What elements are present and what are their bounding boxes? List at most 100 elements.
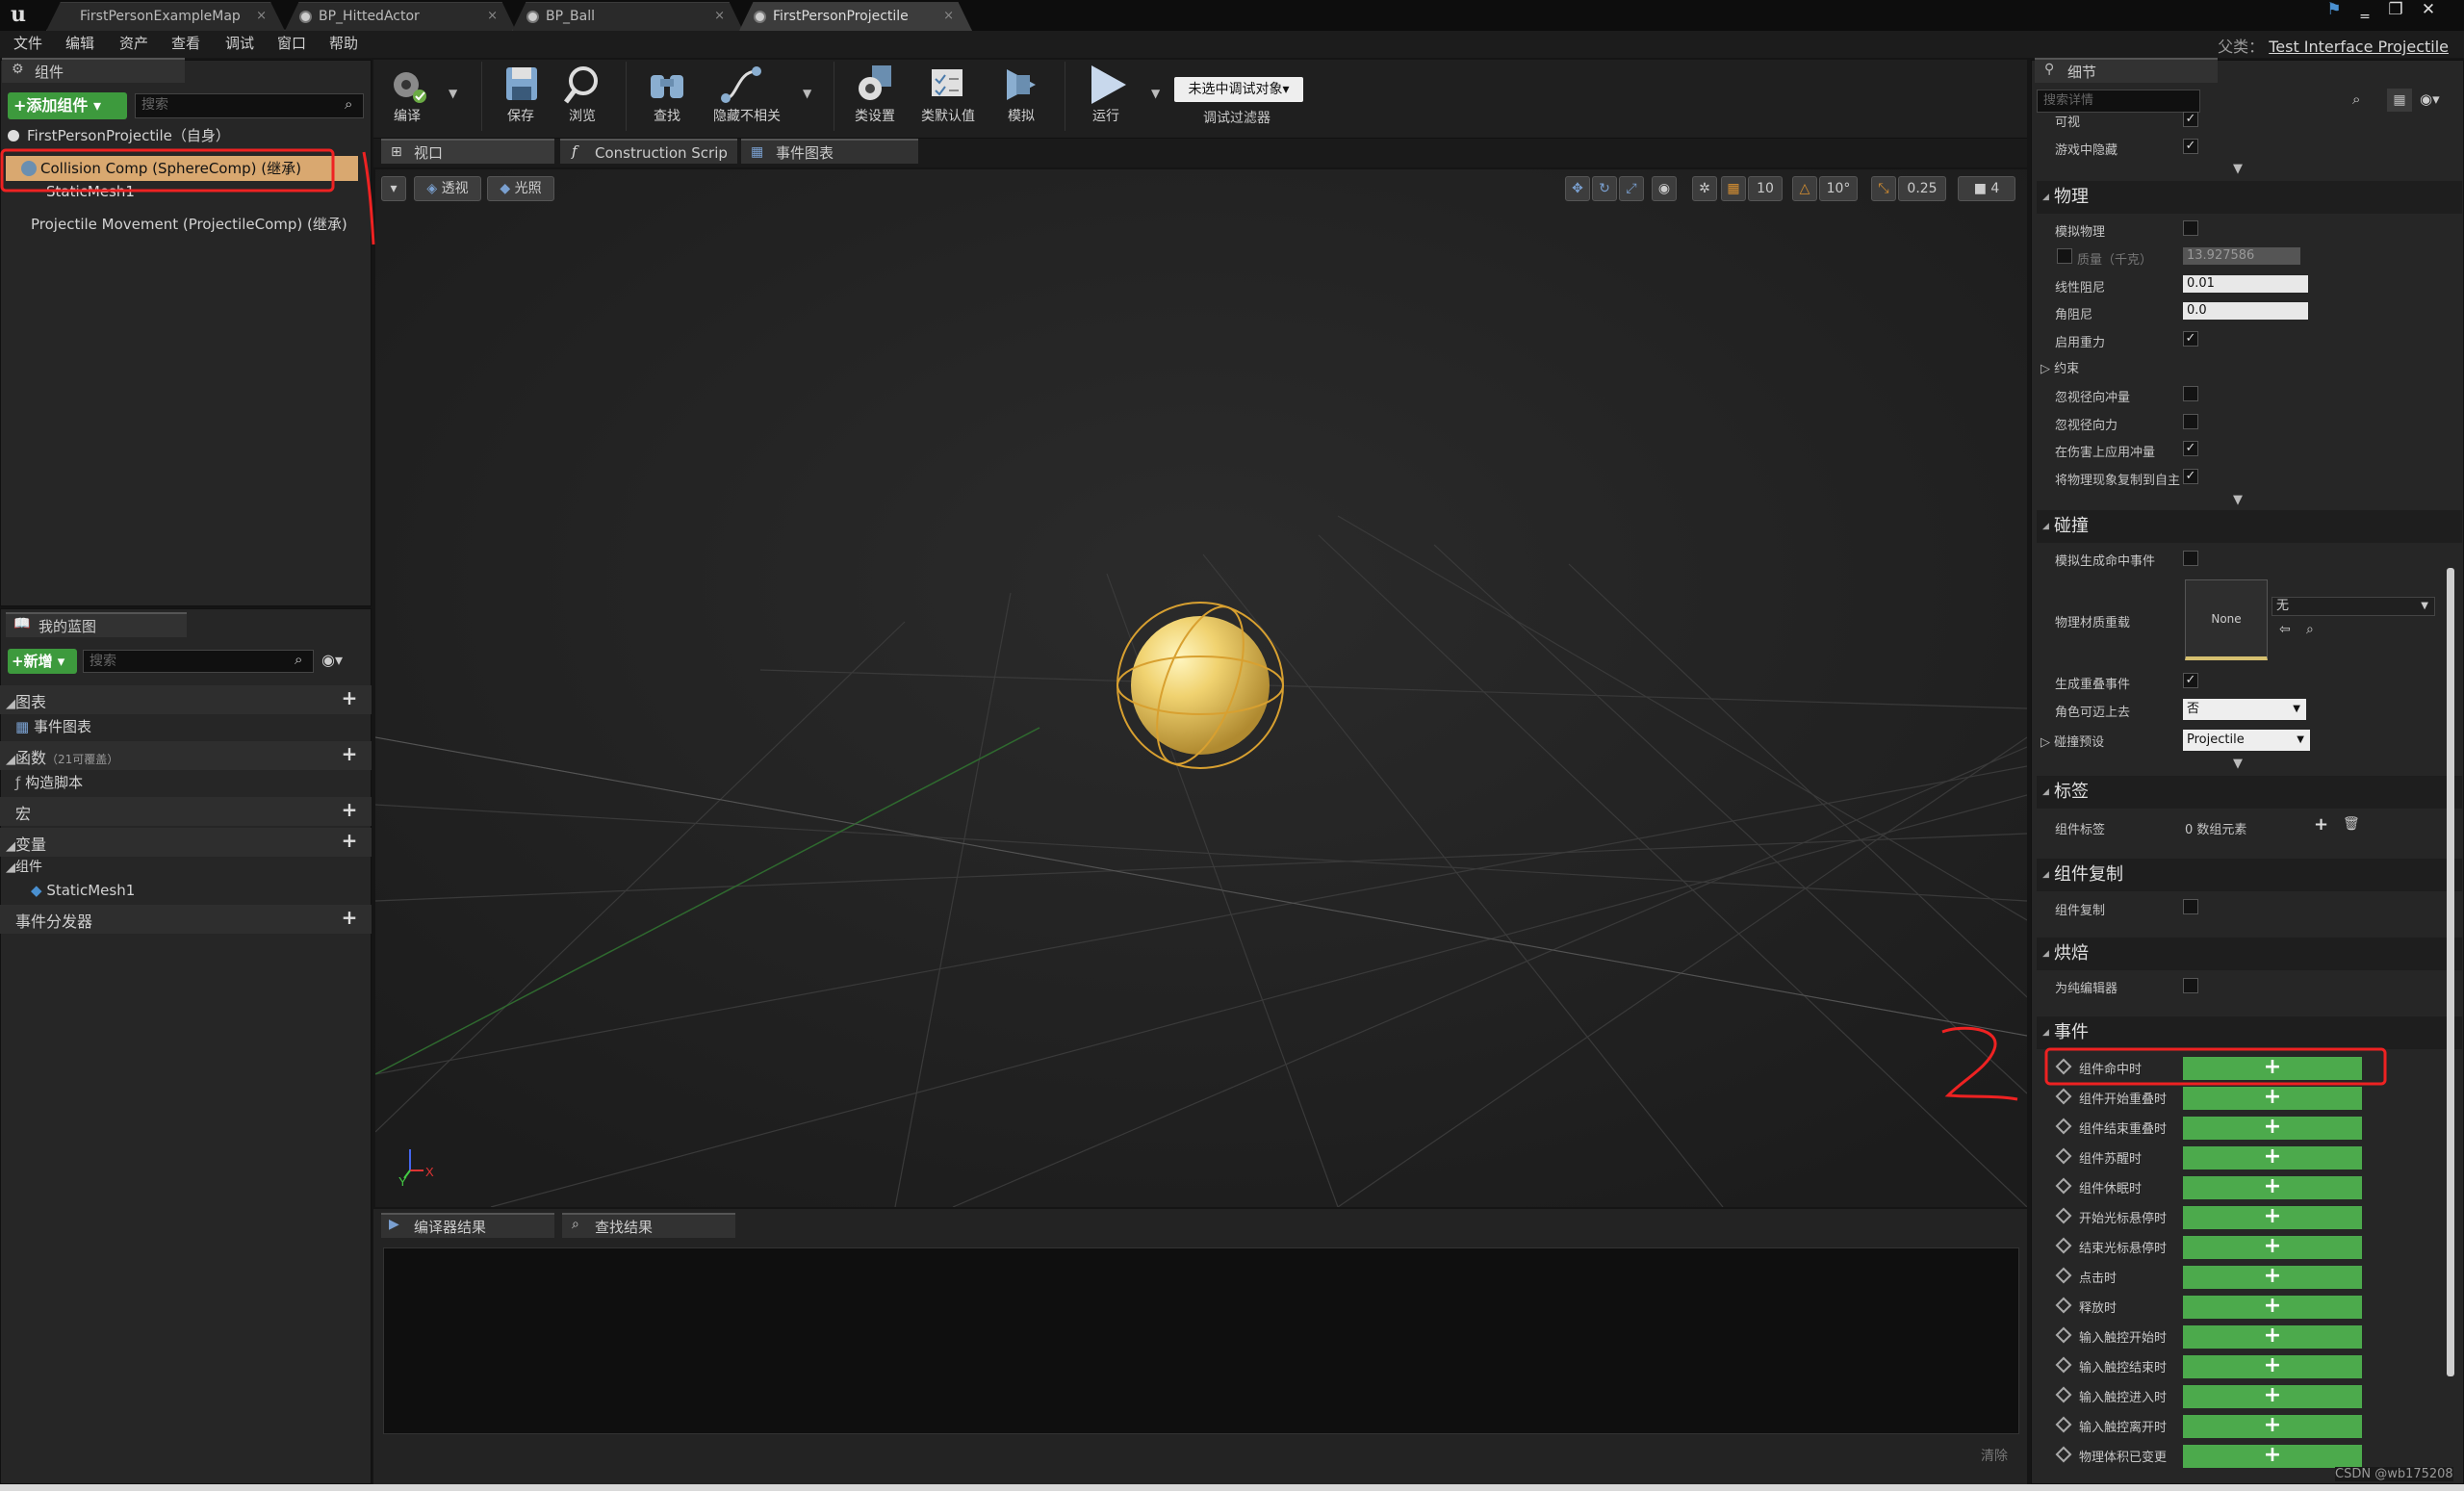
menu-view[interactable]: 查看 xyxy=(171,33,200,53)
cooking-section[interactable]: 烘焙 xyxy=(2037,938,2462,970)
visible-checkbox[interactable]: ✓ xyxy=(2183,112,2198,127)
add-event-button[interactable]: + xyxy=(2183,1176,2362,1199)
add-event-button[interactable]: + xyxy=(2183,1236,2362,1259)
replication-section[interactable]: 组件复制 xyxy=(2037,859,2462,891)
clear-button[interactable]: 清除 xyxy=(1981,1446,2008,1465)
parent-class-link[interactable]: Test Interface Projectile xyxy=(2269,38,2449,56)
menu-edit[interactable]: 编辑 xyxy=(65,33,94,53)
save-button[interactable]: 保存 xyxy=(493,62,549,125)
minimize-button[interactable]: ‗ xyxy=(2350,0,2379,21)
scale-snap-value[interactable]: 0.25 xyxy=(1898,176,1946,201)
browse-asset-icon[interactable]: ⌕ xyxy=(2306,622,2314,637)
find-button[interactable]: 查找 xyxy=(639,62,695,125)
lit-button[interactable]: ◆ 光照 xyxy=(487,176,554,201)
rotate-tool-icon[interactable]: ↻ xyxy=(1592,176,1617,201)
tab-firstpersonexamplemap[interactable]: FirstPersonExampleMap × xyxy=(46,2,285,31)
replicate-physics-checkbox[interactable]: ✓ xyxy=(2183,469,2198,484)
add-event-button[interactable]: + xyxy=(2183,1296,2362,1319)
tab-firstpersonprojectile[interactable]: FirstPersonProjectile × xyxy=(739,2,972,31)
ignore-radial-force-checkbox[interactable] xyxy=(2183,414,2198,429)
menu-help[interactable]: 帮助 xyxy=(329,33,358,53)
staticmesh1-variable[interactable]: ◆ StaticMesh1 xyxy=(31,878,135,903)
add-event-button[interactable]: + xyxy=(2183,1355,2362,1378)
menu-debug[interactable]: 调试 xyxy=(225,33,254,53)
add-event-button[interactable]: + xyxy=(2183,1146,2362,1170)
perspective-button[interactable]: ◈ 透视 xyxy=(414,176,481,201)
menu-window[interactable]: 窗口 xyxy=(277,33,306,53)
add-event-button[interactable]: + xyxy=(2183,1445,2362,1468)
close-icon[interactable]: × xyxy=(943,3,954,30)
scale-tool-icon[interactable]: ⤢ xyxy=(1619,176,1644,201)
hide-unrelated-button[interactable]: 隐藏不相关 xyxy=(708,62,785,125)
mass-override-checkbox[interactable] xyxy=(2057,248,2072,264)
play-options-icon[interactable]: ▼ xyxy=(1151,87,1160,100)
class-settings-button[interactable]: 类设置 xyxy=(847,62,903,125)
add-variable-icon[interactable]: + xyxy=(341,831,358,850)
components-tab[interactable]: 组件 xyxy=(2,58,185,83)
maximize-button[interactable]: ❐ xyxy=(2381,0,2410,21)
event-graph-item[interactable]: ▦ 事件图表 xyxy=(15,714,91,739)
construction-script-item[interactable]: ƒ 构造脚本 xyxy=(15,770,83,795)
blueprint-search-input[interactable]: 搜索 xyxy=(83,650,314,673)
sim-hit-events-checkbox[interactable] xyxy=(2183,551,2198,566)
eye-icon[interactable]: ◉▾ xyxy=(2420,90,2440,108)
details-scrollbar[interactable] xyxy=(2447,568,2454,1376)
camera-speed-button[interactable]: ■ 4 xyxy=(1958,176,2015,201)
my-blueprint-tab[interactable]: 我的蓝图 xyxy=(6,612,187,637)
add-dispatcher-icon[interactable]: + xyxy=(341,908,358,927)
tab-viewport[interactable]: 视口 xyxy=(381,139,554,164)
new-button[interactable]: +新增 ▾ xyxy=(8,649,77,674)
trash-icon[interactable]: 🗑 xyxy=(2343,816,2360,832)
tab-bp-hittedactor[interactable]: BP_HittedActor × xyxy=(285,2,516,31)
scale-snap-icon[interactable]: ⤡ xyxy=(1871,176,1896,201)
grid-size-value[interactable]: 10 xyxy=(1748,176,1783,201)
menu-file[interactable]: 文件 xyxy=(13,33,42,53)
details-search-input[interactable]: 搜索详情 xyxy=(2037,90,2200,113)
ignore-radial-impulse-checkbox[interactable] xyxy=(2183,386,2198,401)
add-event-button[interactable]: + xyxy=(2183,1266,2362,1289)
translate-tool-icon[interactable]: ✥ xyxy=(1565,176,1590,201)
close-icon[interactable]: × xyxy=(714,3,725,30)
surface-snap-icon[interactable]: ✲ xyxy=(1692,176,1717,201)
add-component-button[interactable]: +添加组件 ▾ xyxy=(8,92,127,119)
tab-construction-script[interactable]: Construction Scrip xyxy=(560,139,737,164)
constraints-row[interactable]: ▷ 约束 xyxy=(2040,358,2079,376)
tab-find-results[interactable]: 查找结果 xyxy=(562,1213,735,1238)
tab-event-graph[interactable]: 事件图表 xyxy=(741,139,918,164)
hidden-in-game-checkbox[interactable]: ✓ xyxy=(2183,139,2198,154)
advanced-expand-icon[interactable]: ▼ xyxy=(2233,493,2243,507)
mass-input[interactable]: 13.927586 xyxy=(2183,247,2300,265)
phys-material-dropdown[interactable]: 无 ▼ xyxy=(2272,597,2435,616)
world-local-icon[interactable]: ◉ xyxy=(1652,176,1677,201)
hide-options-icon[interactable]: ▼ xyxy=(803,87,811,100)
add-event-button[interactable]: + xyxy=(2183,1415,2362,1438)
add-event-button[interactable]: + xyxy=(2183,1117,2362,1140)
rotation-snap-icon[interactable]: △ xyxy=(1792,176,1817,201)
add-event-button[interactable]: + xyxy=(2183,1385,2362,1408)
compile-button[interactable]: 编译 xyxy=(379,62,435,125)
tab-bp-ball[interactable]: BP_Ball × xyxy=(512,2,743,31)
add-function-icon[interactable]: + xyxy=(341,744,358,763)
editor-only-checkbox[interactable] xyxy=(2183,978,2198,993)
overlap-events-checkbox[interactable]: ✓ xyxy=(2183,673,2198,688)
linear-damping-input[interactable]: 0.01 xyxy=(2183,275,2308,293)
tab-compiler-results[interactable]: 编译器结果 xyxy=(381,1213,554,1238)
components-category[interactable]: ◢组件 xyxy=(6,855,42,880)
macros-section[interactable] xyxy=(0,797,372,826)
advanced-expand-icon[interactable]: ▼ xyxy=(2233,162,2243,176)
property-matrix-icon[interactable]: ▦ xyxy=(2387,89,2412,112)
tags-section[interactable]: 标签 xyxy=(2037,776,2462,809)
apply-impulse-checkbox[interactable]: ✓ xyxy=(2183,441,2198,456)
eye-icon[interactable]: ◉▾ xyxy=(321,651,343,669)
debug-object-dropdown[interactable]: 未选中调试对象▾ xyxy=(1174,77,1303,102)
rotation-snap-value[interactable]: 10° xyxy=(1819,176,1858,201)
class-defaults-button[interactable]: 类默认值 xyxy=(920,62,976,125)
viewport[interactable]: X Y xyxy=(375,169,2027,1207)
add-event-button[interactable]: + xyxy=(2183,1325,2362,1349)
close-icon[interactable]: × xyxy=(256,3,267,30)
component-replicates-checkbox[interactable] xyxy=(2183,899,2198,914)
add-graph-icon[interactable]: + xyxy=(341,688,358,707)
browse-button[interactable]: 浏览 xyxy=(554,62,610,125)
simulate-physics-checkbox[interactable] xyxy=(2183,220,2198,236)
feedback-icon[interactable]: ⚑ xyxy=(2320,0,2348,21)
